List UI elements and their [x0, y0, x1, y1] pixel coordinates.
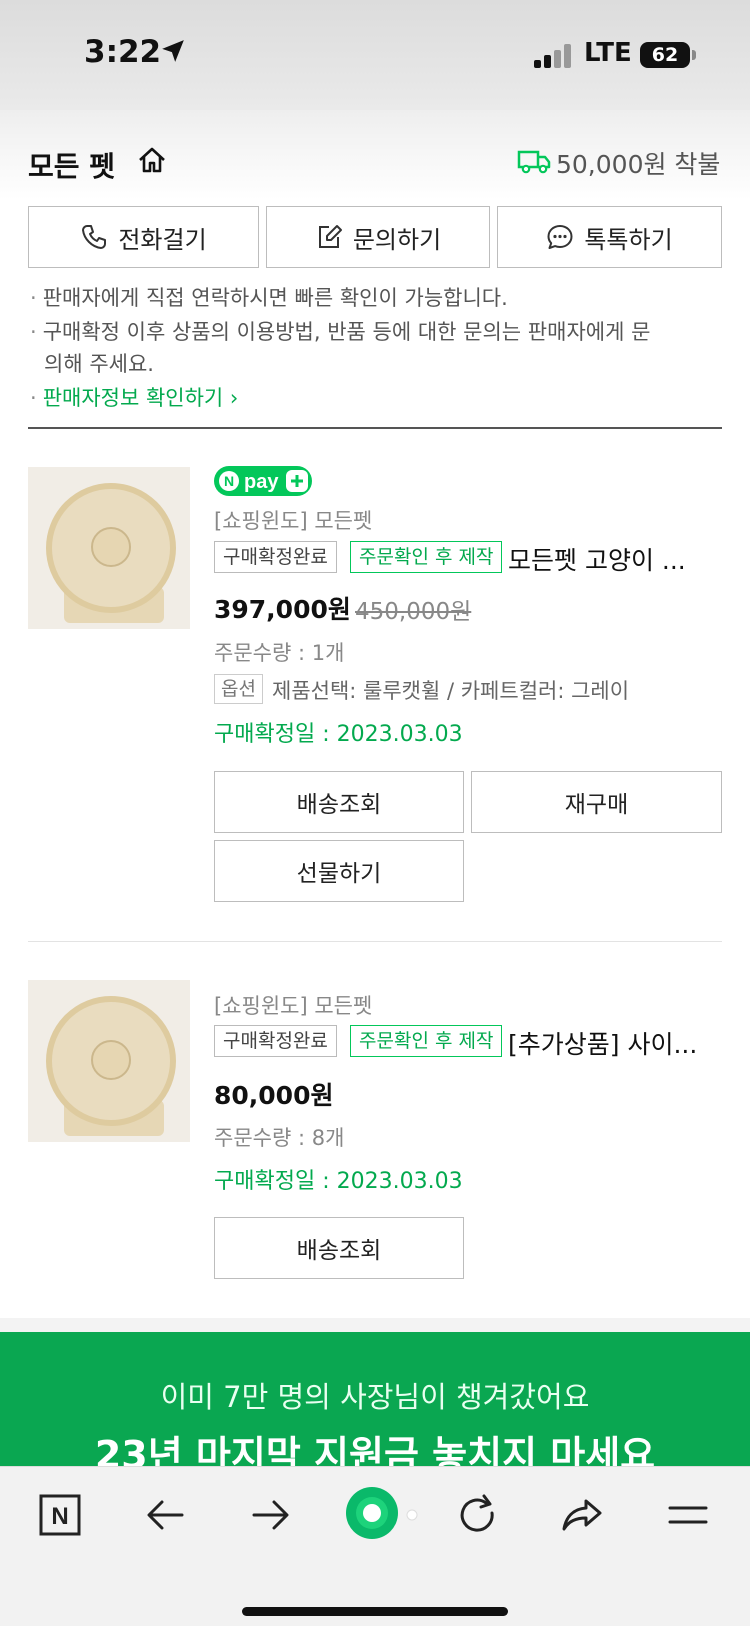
- chat-bubble-icon: [547, 225, 573, 249]
- track-delivery-button[interactable]: 배송조회: [214, 1217, 464, 1279]
- status-time: 3:22: [84, 34, 162, 70]
- notice-line-1: · 판매자에게 직접 연락하시면 빠른 확인이 가능합니다.: [30, 286, 508, 310]
- seller-info-link[interactable]: 판매자정보 확인하기: [43, 386, 224, 410]
- notice-text-1: 판매자에게 직접 연락하시면 빠른 확인이 가능합니다.: [42, 286, 508, 310]
- battery-icon: 62: [640, 42, 696, 68]
- seller-header: 모든 펫 50,000원 착불: [0, 110, 750, 200]
- sale-price: 397,000원: [214, 595, 351, 624]
- section-gap: [0, 1318, 750, 1332]
- shop-name[interactable]: [쇼핑윈도] 모든펫: [214, 990, 372, 1020]
- call-button-label: 전화걸기: [118, 225, 207, 254]
- product-thumbnail[interactable]: [28, 467, 190, 629]
- truck-icon: [517, 150, 551, 174]
- svg-text:N: N: [51, 1503, 68, 1530]
- inquiry-button[interactable]: 문의하기: [266, 206, 490, 268]
- npay-plus-badge: N pay: [214, 466, 312, 496]
- inquiry-button-label: 문의하기: [352, 225, 442, 254]
- gift-button[interactable]: 선물하기: [214, 840, 464, 902]
- order-quantity: 주문수량 : 1개: [214, 641, 345, 665]
- made-to-order-badge: 주문확인 후 제작: [350, 1025, 503, 1057]
- menu-icon[interactable]: [664, 1491, 712, 1539]
- confirm-date: 구매확정일 : 2023.03.03: [214, 1169, 463, 1194]
- status-bar: 3:22 LTE 62: [0, 0, 750, 110]
- thumb-hub: [91, 527, 131, 567]
- promo-banner[interactable]: 이미 7만 명의 사장님이 챙겨갔어요 23년 마지막 지원금 놓치지 마세요: [0, 1332, 750, 1466]
- location-arrow-icon: [162, 40, 184, 62]
- banner-subtitle: 이미 7만 명의 사장님이 챙겨갔어요: [160, 1380, 590, 1414]
- home-indicator: [242, 1607, 508, 1616]
- seller-name[interactable]: 모든 펫: [28, 145, 115, 185]
- green-dot-icon[interactable]: [340, 1481, 420, 1545]
- made-to-order-badge: 주문확인 후 제작: [350, 541, 503, 573]
- confirm-date: 구매확정일 : 2023.03.03: [214, 722, 463, 747]
- back-arrow-icon[interactable]: [142, 1491, 190, 1539]
- original-price: 450,000원: [355, 599, 472, 625]
- product-thumbnail[interactable]: [28, 980, 190, 1142]
- call-button[interactable]: 전화걸기: [28, 206, 259, 268]
- status-badge: 구매확정완료: [214, 541, 337, 573]
- section-divider: [28, 427, 722, 429]
- forward-arrow-icon[interactable]: [246, 1491, 294, 1539]
- rebuy-button[interactable]: 재구매: [471, 771, 722, 833]
- signal-icon: [534, 44, 571, 68]
- network-label: LTE: [584, 38, 632, 68]
- talk-button[interactable]: 톡톡하기: [497, 206, 722, 268]
- notice-line-2: · 구매확정 이후 상품의 이용방법, 반품 등에 대한 문의는 판매자에게 문: [30, 320, 651, 344]
- store-home-icon[interactable]: [136, 144, 168, 176]
- seller-info-link-row[interactable]: · 판매자정보 확인하기 ›: [30, 382, 238, 414]
- option-value: 제품선택: 룰루캣휠 / 카페트컬러: 그레이: [272, 679, 630, 703]
- shipping-fee: 50,000원 착불: [556, 150, 721, 179]
- svg-text:N: N: [224, 473, 234, 489]
- thumb-hub: [91, 1040, 131, 1080]
- status-badge: 구매확정완료: [214, 1025, 337, 1057]
- order-quantity: 주문수량 : 8개: [214, 1126, 345, 1150]
- edit-icon: [318, 225, 342, 248]
- product-title[interactable]: 모든펫 고양이 ...: [508, 541, 722, 577]
- option-label: 옵션: [214, 674, 263, 704]
- browser-toolbar: N: [0, 1466, 750, 1626]
- svg-text:pay: pay: [244, 471, 279, 493]
- naver-home-icon[interactable]: N: [36, 1491, 84, 1539]
- sale-price: 80,000원: [214, 1081, 334, 1110]
- share-icon[interactable]: [558, 1491, 606, 1539]
- shop-name[interactable]: [쇼핑윈도] 모든펫: [214, 505, 372, 535]
- notice-text-2: 구매확정 이후 상품의 이용방법, 반품 등에 대한 문의는 판매자에게 문: [42, 320, 651, 344]
- chevron-right-icon: ›: [223, 386, 239, 410]
- banner-title: 23년 마지막 지원금 놓치지 마세요: [94, 1433, 656, 1466]
- talk-button-label: 톡톡하기: [584, 225, 673, 254]
- phone-icon: [82, 225, 107, 249]
- product-title[interactable]: [추가상품] 사이...: [508, 1025, 722, 1061]
- track-delivery-button[interactable]: 배송조회: [214, 771, 464, 833]
- order-divider: [28, 941, 722, 942]
- refresh-icon[interactable]: [454, 1491, 502, 1539]
- notice-line-2-cont: 의해 주세요.: [44, 352, 154, 376]
